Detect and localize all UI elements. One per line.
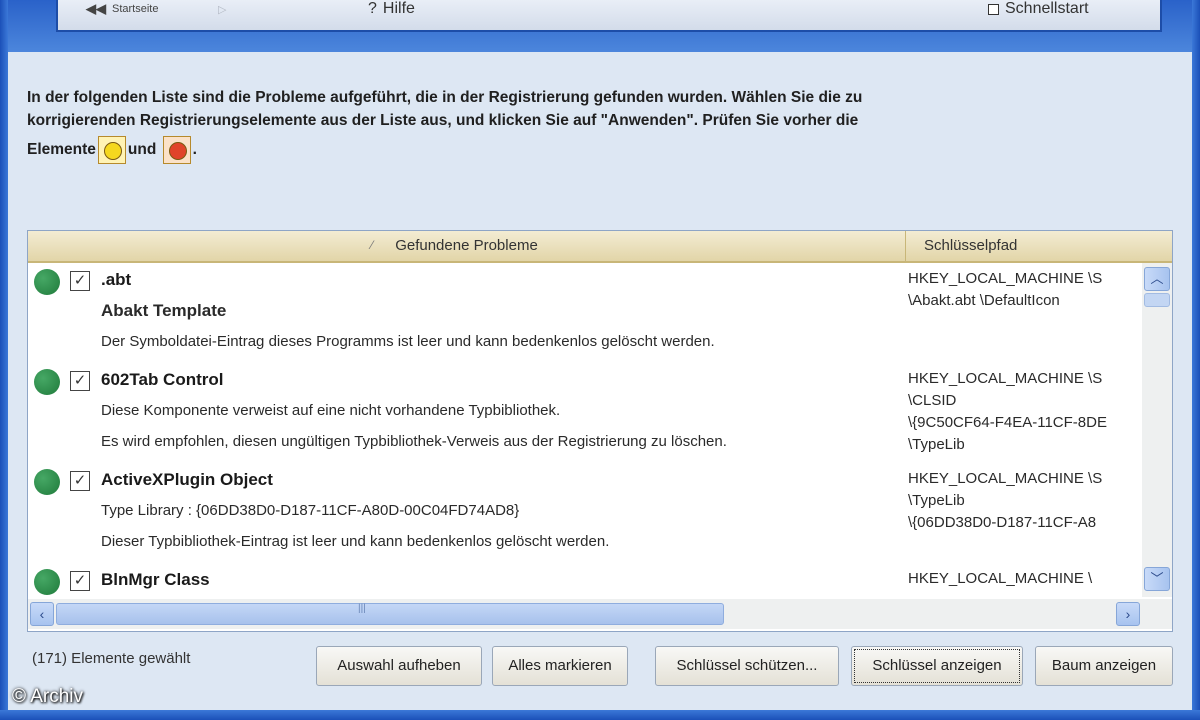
copyright-watermark: © Archiv bbox=[12, 686, 84, 707]
green-status-dot-icon bbox=[34, 369, 60, 395]
help-button[interactable]: ? Hilfe bbox=[368, 0, 415, 18]
intro-text: In der folgenden Liste sind die Probleme… bbox=[27, 86, 1167, 164]
double-back-arrow-icon: ◀◀ bbox=[86, 1, 106, 16]
problems-list: ⁄ Gefundene Probleme Schlüsselpfad ✓ .ab… bbox=[27, 230, 1173, 632]
intro-line-2: korrigierenden Registrierungselemente au… bbox=[27, 112, 859, 129]
window-frame-left bbox=[0, 0, 8, 720]
scroll-grip-icon: ||| bbox=[358, 603, 366, 614]
intro-line-3: Elemente und . bbox=[27, 136, 1167, 164]
item-path: HKEY_LOCAL_MACHINE \S \CLSID \{9C50CF64-… bbox=[908, 368, 1138, 456]
item-description: Dieser Typbibliothek-Eintrag ist leer un… bbox=[101, 533, 610, 550]
window-frame-right bbox=[1192, 0, 1200, 720]
scroll-right-icon[interactable]: › bbox=[1116, 602, 1140, 626]
help-label: Hilfe bbox=[382, 0, 415, 17]
column-header-problems[interactable]: ⁄ Gefundene Probleme bbox=[28, 231, 906, 261]
list-item[interactable]: ✓ ActiveXPlugin Object Type Library : {0… bbox=[28, 463, 1142, 563]
item-description: Der Symboldatei-Eintrag dieses Programms… bbox=[101, 333, 715, 350]
show-keys-button[interactable]: Schlüssel anzeigen bbox=[851, 646, 1023, 686]
item-description: Diese Komponente verweist auf eine nicht… bbox=[101, 402, 561, 419]
vertical-scrollbar[interactable]: ︿ ﹀ bbox=[1142, 263, 1172, 597]
forward-button[interactable]: ▷ bbox=[218, 0, 232, 18]
protect-keys-button[interactable]: Schlüssel schützen... bbox=[655, 646, 839, 686]
intro-period: . bbox=[192, 141, 197, 159]
window-frame-bottom bbox=[0, 710, 1200, 720]
item-title: .abt bbox=[101, 270, 132, 289]
back-button[interactable]: ◀◀ Startseite bbox=[86, 0, 158, 18]
path-line: \TypeLib bbox=[908, 436, 965, 453]
quickstart-button[interactable]: Schnellstart bbox=[988, 0, 1089, 18]
item-title: 602Tab Control bbox=[101, 370, 224, 389]
item-checkbox[interactable]: ✓ bbox=[70, 371, 90, 391]
back-label: Startseite bbox=[112, 3, 159, 15]
list-item[interactable]: ✓ BlnMgr Class HKEY_LOCAL_MACHINE \ bbox=[28, 563, 1142, 597]
column-header-path[interactable]: Schlüsselpfad bbox=[908, 231, 1172, 261]
intro-line-1: In der folgenden Liste sind die Probleme… bbox=[27, 89, 863, 106]
item-checkbox[interactable]: ✓ bbox=[70, 571, 90, 591]
deselect-all-button[interactable]: Auswahl aufheben bbox=[316, 646, 482, 686]
item-path: HKEY_LOCAL_MACHINE \S \TypeLib \{06DD38D… bbox=[908, 468, 1138, 534]
yellow-warning-icon bbox=[97, 136, 126, 164]
path-line: HKEY_LOCAL_MACHINE \ bbox=[908, 570, 1093, 587]
item-path: HKEY_LOCAL_MACHINE \ bbox=[908, 568, 1138, 590]
path-line: \CLSID bbox=[908, 392, 957, 409]
item-description: Type Library : {06DD38D0-D187-11CF-A80D-… bbox=[101, 502, 520, 519]
sort-arrow-icon: ⁄ bbox=[371, 238, 374, 252]
scroll-up-icon[interactable]: ︿ bbox=[1144, 267, 1170, 291]
red-error-icon bbox=[162, 136, 191, 164]
horizontal-scrollbar[interactable]: ‹ ||| › bbox=[28, 599, 1172, 629]
toolbar: ◀◀ Startseite ▷ ? Hilfe Schnellstart bbox=[56, 0, 1162, 32]
list-item[interactable]: ✓ .abt Abakt Template Der Symboldatei-Ei… bbox=[28, 263, 1142, 363]
show-tree-button[interactable]: Baum anzeigen bbox=[1035, 646, 1173, 686]
green-status-dot-icon bbox=[34, 569, 60, 595]
item-title: BlnMgr Class bbox=[101, 570, 210, 589]
path-line: HKEY_LOCAL_MACHINE \S bbox=[908, 470, 1103, 487]
path-line: \{9C50CF64-F4EA-11CF-8DE bbox=[908, 414, 1107, 431]
list-header: ⁄ Gefundene Probleme Schlüsselpfad bbox=[28, 231, 1172, 263]
column-path-label: Schlüsselpfad bbox=[924, 237, 1018, 254]
path-line: HKEY_LOCAL_MACHINE \S bbox=[908, 270, 1103, 287]
path-line: \Abakt.abt \DefaultIcon bbox=[908, 292, 1060, 309]
path-line: \TypeLib bbox=[908, 492, 965, 509]
intro-and-label: und bbox=[127, 141, 157, 159]
window-icon bbox=[988, 3, 999, 15]
selection-status: (171) Elemente gewählt bbox=[32, 650, 191, 667]
intro-elements-label: Elemente bbox=[27, 141, 96, 159]
item-subtitle: Abakt Template bbox=[101, 301, 227, 320]
path-line: \{06DD38D0-D187-11CF-A8 bbox=[908, 514, 1097, 531]
item-checkbox[interactable]: ✓ bbox=[70, 471, 90, 491]
forward-arrow-icon: ▷ bbox=[218, 3, 227, 16]
item-checkbox[interactable]: ✓ bbox=[70, 271, 90, 291]
item-path: HKEY_LOCAL_MACHINE \S \Abakt.abt \Defaul… bbox=[908, 268, 1138, 312]
select-all-button[interactable]: Alles markieren bbox=[492, 646, 628, 686]
scroll-down-icon[interactable]: ﹀ bbox=[1144, 567, 1170, 591]
horizontal-scroll-thumb[interactable] bbox=[56, 603, 724, 625]
green-status-dot-icon bbox=[34, 269, 60, 295]
item-description: Es wird empfohlen, diesen ungültigen Typ… bbox=[101, 433, 727, 450]
path-line: HKEY_LOCAL_MACHINE \S bbox=[908, 370, 1103, 387]
list-rows: ✓ .abt Abakt Template Der Symboldatei-Ei… bbox=[28, 263, 1142, 597]
item-title: ActiveXPlugin Object bbox=[101, 470, 273, 489]
column-problems-label: Gefundene Probleme bbox=[395, 237, 538, 254]
vertical-scroll-thumb[interactable] bbox=[1144, 293, 1170, 307]
list-item[interactable]: ✓ 602Tab Control Diese Komponente verwei… bbox=[28, 363, 1142, 463]
quickstart-label: Schnellstart bbox=[1005, 0, 1089, 17]
scroll-left-icon[interactable]: ‹ bbox=[30, 602, 54, 626]
green-status-dot-icon bbox=[34, 469, 60, 495]
help-icon: ? bbox=[368, 0, 377, 17]
